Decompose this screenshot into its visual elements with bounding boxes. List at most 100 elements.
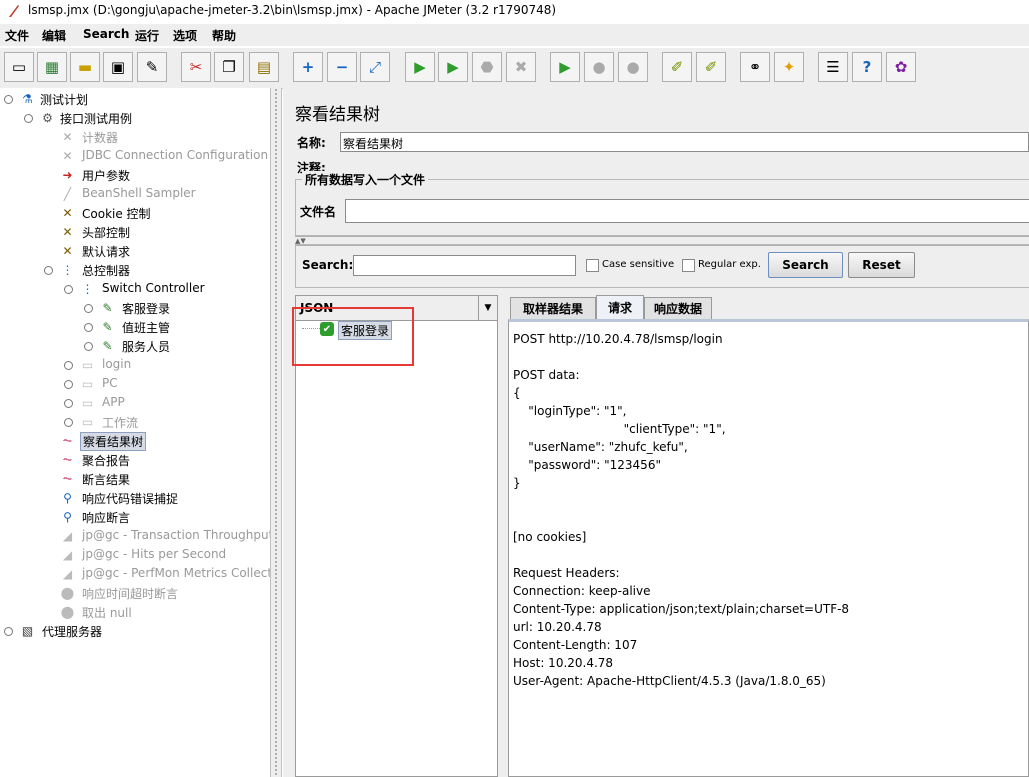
request-line: Connection: keep-alive: [513, 584, 651, 598]
request-line: {: [513, 386, 521, 400]
results-sample-tree: JSON ▼ ✔ 客服登录: [295, 295, 498, 777]
menu-bar: 文件 编辑 Search 运行 选项 帮助: [0, 24, 1029, 46]
menu-help[interactable]: 帮助: [212, 27, 236, 44]
magnifier-icon: ⚲: [63, 509, 72, 524]
controller-icon: ⋮: [61, 262, 74, 277]
listener-icon: ⏦: [62, 471, 73, 485]
request-line: POST http://10.20.4.78/lsmsp/login: [513, 332, 723, 346]
page-title: 察看结果树: [295, 105, 380, 125]
graph-icon: ◢: [62, 547, 73, 562]
function-helper-icon[interactable]: ☰: [818, 52, 848, 82]
filename-input[interactable]: [345, 199, 1029, 223]
search-input[interactable]: [353, 255, 576, 276]
open-icon[interactable]: ▬: [70, 52, 100, 82]
controller-icon: ▭: [81, 357, 94, 372]
tab-response-data[interactable]: 响应数据: [644, 297, 712, 319]
view-results-tree-panel: 察看结果树 名称: 察看结果树 注释: 所有数据写入一个文件 文件名 ▲▼ Se…: [283, 88, 1029, 777]
menu-file[interactable]: 文件: [5, 27, 29, 44]
assertion-icon: ⬤: [60, 585, 75, 600]
cut-icon[interactable]: ✂: [181, 52, 211, 82]
remote-stop-icon[interactable]: ●: [584, 52, 614, 82]
toggle-icon[interactable]: ⤢: [360, 52, 390, 82]
menu-edit[interactable]: 编辑: [42, 27, 66, 44]
search-button[interactable]: Search: [768, 252, 843, 278]
remote-start-icon[interactable]: ▶: [550, 52, 580, 82]
start-no-pause-icon[interactable]: ▶: [438, 52, 468, 82]
sampler-icon: ╱: [63, 186, 72, 201]
menu-search[interactable]: Search: [83, 27, 129, 41]
stop-icon[interactable]: ⬣: [472, 52, 502, 82]
clear-icon[interactable]: ✐: [662, 52, 692, 82]
results-splitter[interactable]: [498, 295, 508, 777]
remote-shutdown-icon[interactable]: ●: [618, 52, 648, 82]
result-tabs: 取样器结果 请求 响应数据: [508, 295, 1029, 319]
start-icon[interactable]: ▶: [405, 52, 435, 82]
request-line: url: 10.20.4.78: [513, 620, 602, 634]
templates-icon[interactable]: ▦: [37, 52, 67, 82]
controller-icon: ▭: [81, 376, 94, 391]
write-results-legend: 所有数据写入一个文件: [302, 171, 429, 188]
shutdown-icon[interactable]: ✖: [506, 52, 536, 82]
expand-icon[interactable]: +: [293, 52, 323, 82]
case-sensitive-label: Case sensitive: [602, 259, 675, 270]
menu-run[interactable]: 运行: [135, 27, 159, 44]
window-title: lsmsp.jmx (D:\gongju\apache-jmeter-3.2\b…: [28, 3, 557, 17]
search-icon[interactable]: ⚭: [740, 52, 770, 82]
flask-icon: ⚗: [22, 91, 33, 106]
graph-icon: ◢: [62, 566, 73, 581]
request-line: User-Agent: Apache-HttpClient/4.5.3 (Jav…: [513, 674, 826, 688]
controller-icon: ▭: [81, 414, 94, 429]
collapse-icon[interactable]: −: [327, 52, 357, 82]
request-line: "userName": "zhufc_kefu",: [513, 440, 688, 454]
window-titlebar: lsmsp.jmx (D:\gongju\apache-jmeter-3.2\b…: [0, 0, 1029, 22]
config-icon: ✕: [62, 129, 73, 144]
tab-request[interactable]: 请求: [596, 295, 644, 319]
save-as-icon[interactable]: ✎: [137, 52, 167, 82]
request-line: Content-Length: 107: [513, 638, 638, 652]
clear-all-icon[interactable]: ✐: [696, 52, 726, 82]
case-sensitive-checkbox[interactable]: [586, 259, 599, 272]
tree-splitter[interactable]: [270, 88, 282, 777]
filename-label: 文件名: [300, 205, 337, 219]
request-line: [no cookies]: [513, 530, 587, 544]
test-plan-tree: ⚗ 测试计划 ⚙ 接口测试用例 ✕ 计数器 ✕ JDBC Connection Co…: [0, 88, 270, 777]
gear-icon: ⚙: [42, 110, 53, 125]
controller-icon: ⋮: [81, 281, 94, 296]
http-sampler-icon: ✎: [102, 319, 113, 334]
name-label: 名称:: [297, 136, 326, 150]
copy-icon[interactable]: ❐: [214, 52, 244, 82]
paste-icon[interactable]: ▤: [249, 52, 279, 82]
toolbar: ▭ ▦ ▬ ▣ ✎ ✂ ❐ ▤ + − ⤢ ▶ ▶ ⬣ ✖ ▶ ● ● ✐ ✐ …: [0, 48, 1029, 89]
search-label: Search:: [302, 258, 354, 272]
regular-exp-checkbox[interactable]: [682, 259, 695, 272]
tab-sampler-result[interactable]: 取样器结果: [510, 297, 596, 319]
postprocessor-icon: ⬤: [60, 604, 75, 619]
http-sampler-icon: ✎: [102, 300, 113, 315]
listener-icon: ⏦: [62, 433, 73, 447]
request-line: Host: 10.20.4.78: [513, 656, 614, 670]
magnifier-icon: ⚲: [63, 490, 72, 505]
config-icon: ✕: [62, 148, 73, 163]
name-field[interactable]: 察看结果树: [340, 132, 1029, 152]
request-line: Content-Type: application/json;text/plai…: [513, 602, 850, 616]
menu-options[interactable]: 选项: [173, 27, 197, 44]
listener-icon: ⏦: [62, 452, 73, 466]
help-icon[interactable]: ?: [852, 52, 882, 82]
new-icon[interactable]: ▭: [4, 52, 34, 82]
controller-icon: ▭: [81, 395, 94, 410]
request-line: Request Headers:: [513, 566, 620, 580]
workbench-icon: ▧: [21, 623, 34, 638]
config-icon: ✕: [62, 243, 73, 258]
request-line: "clientType": "1",: [513, 422, 726, 436]
comment-field[interactable]: [340, 157, 1029, 177]
logger-icon[interactable]: ✿: [886, 52, 916, 82]
request-line: "loginType": "1",: [513, 404, 627, 418]
highlight-annotation: [292, 307, 414, 366]
request-line: }: [513, 476, 521, 490]
request-content: POST http://10.20.4.78/lsmsp/login POST …: [508, 319, 1029, 777]
chevron-down-icon[interactable]: ▼: [478, 296, 497, 320]
jmeter-feather-icon: [9, 5, 19, 17]
reset-search-icon[interactable]: ✦: [774, 52, 804, 82]
save-icon[interactable]: ▣: [103, 52, 133, 82]
reset-button[interactable]: Reset: [848, 252, 915, 278]
